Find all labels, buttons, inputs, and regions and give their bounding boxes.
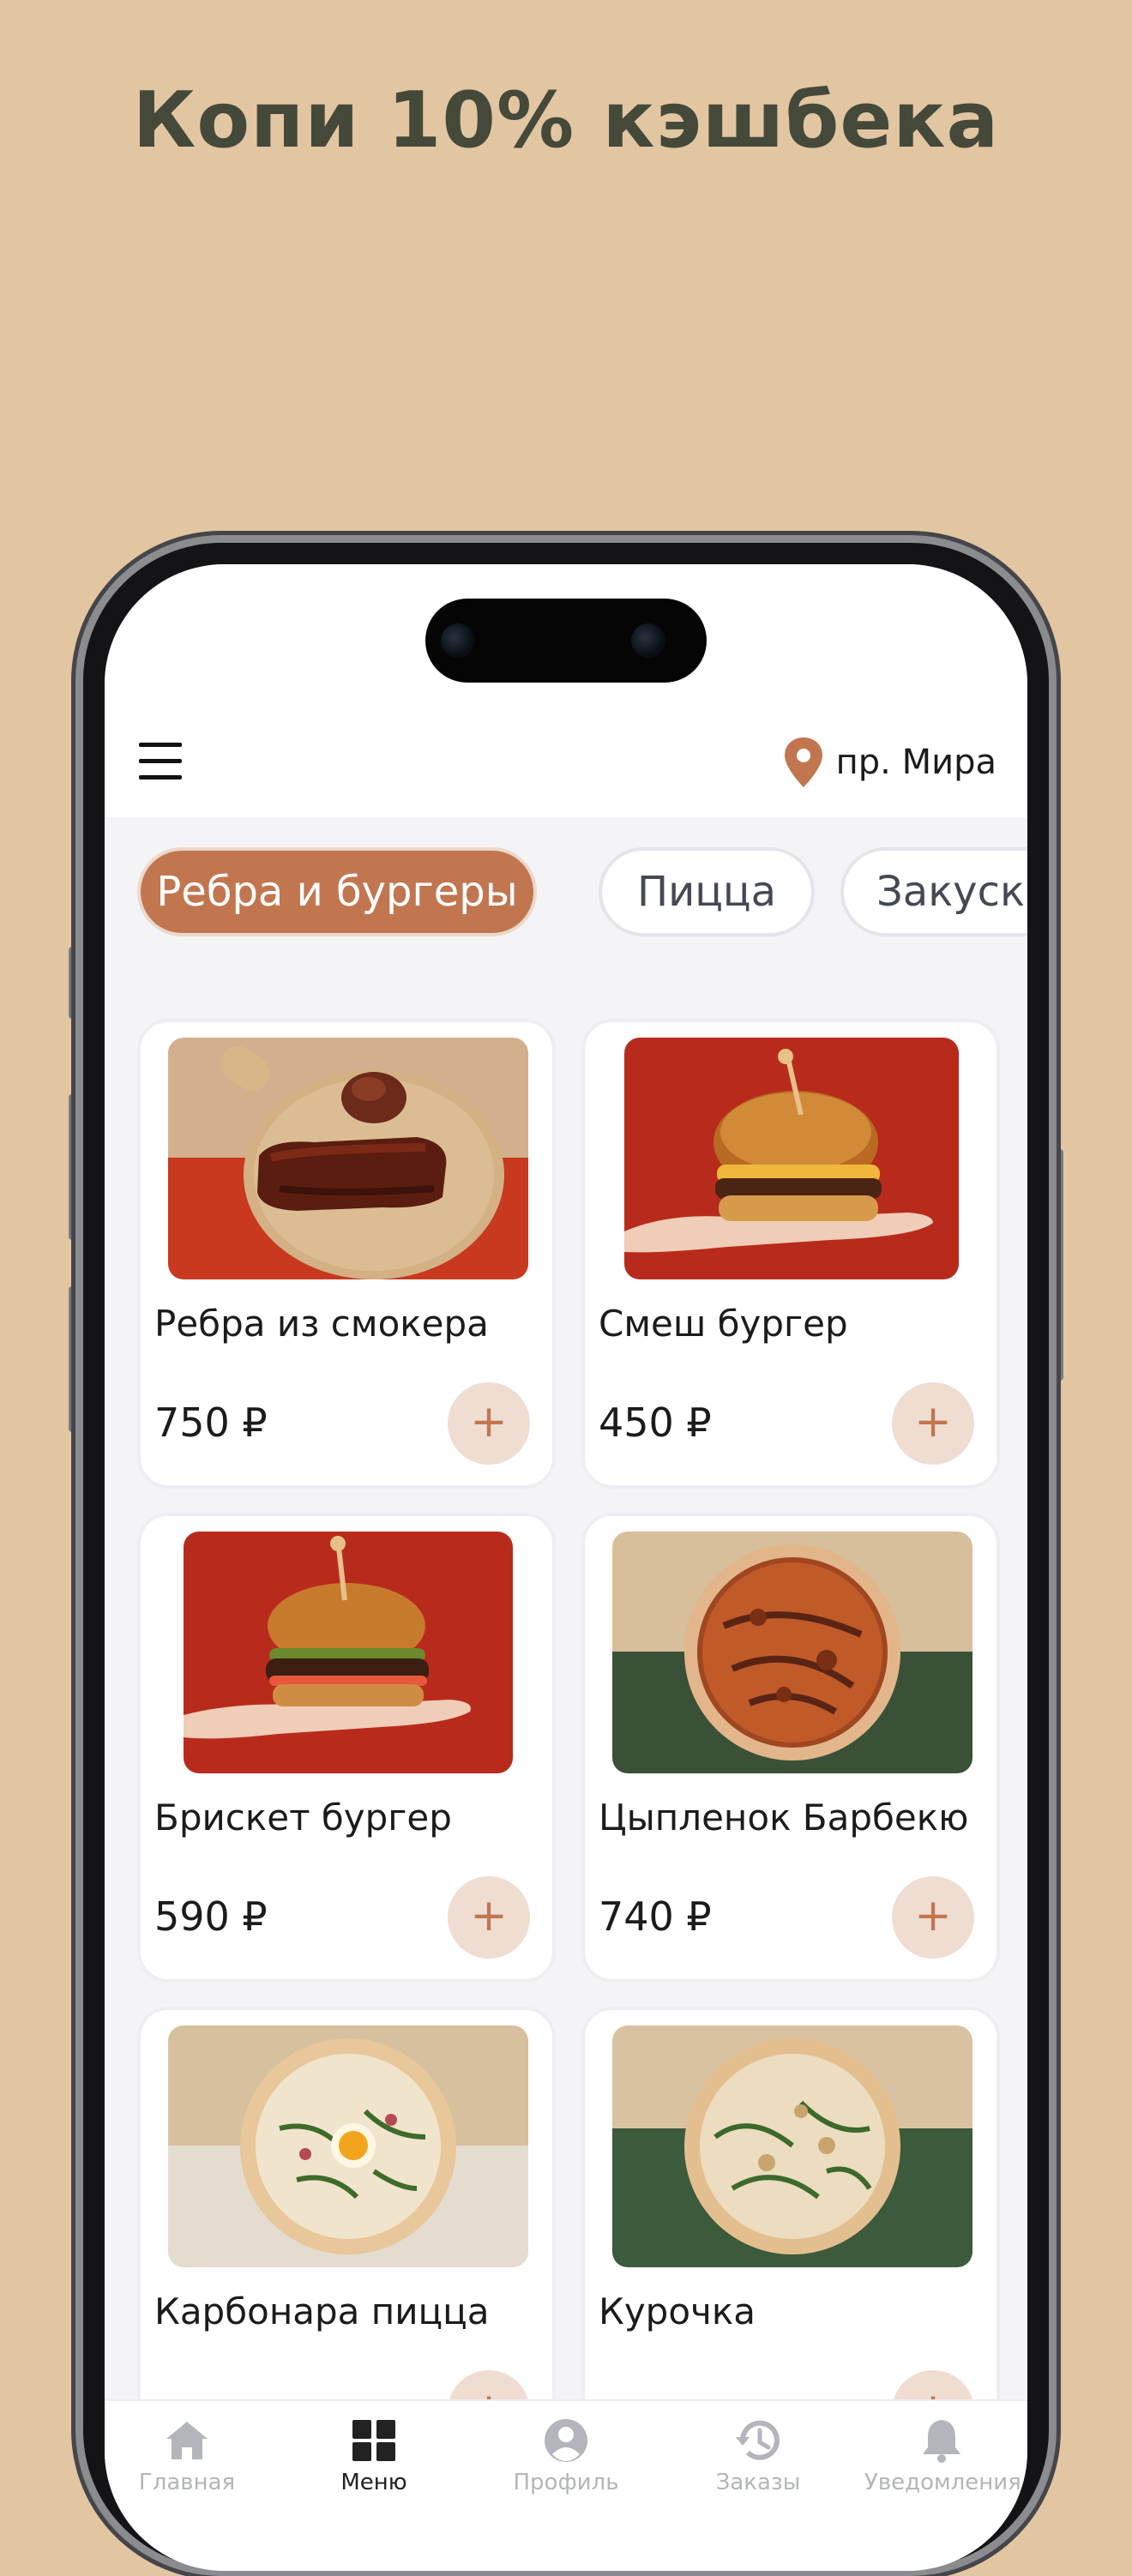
product-card-smash-burger[interactable]: Смеш бургер 450 ₽ +	[581, 1019, 1000, 1489]
app-screen: пр. Мира Ребра и бургеры Пицца Закуски	[105, 564, 1027, 2571]
smoked-ribs-photo	[168, 1038, 528, 1279]
product-name: Брискет бургер	[154, 1797, 452, 1839]
tab-profile[interactable]: Профиль	[489, 2418, 643, 2495]
tab-label: Заказы	[715, 2470, 801, 2495]
category-chip-pizza[interactable]: Пицца	[599, 847, 815, 936]
category-chip-label: Ребра и бургеры	[156, 868, 518, 916]
product-price: 750 ₽	[154, 1399, 268, 1446]
grid-icon	[352, 2420, 395, 2461]
product-name: Курочка	[599, 2290, 756, 2332]
bell-icon	[923, 2420, 960, 2463]
tab-label: Главная	[138, 2470, 236, 2495]
product-price: 740 ₽	[599, 1893, 712, 1940]
location-selector[interactable]: пр. Мира	[783, 732, 997, 792]
hamburger-icon[interactable]	[139, 743, 184, 780]
category-chip-ribs-burgers[interactable]: Ребра и бургеры	[137, 847, 537, 936]
home-icon	[166, 2422, 208, 2459]
location-label: пр. Мира	[835, 743, 997, 782]
add-to-cart-button[interactable]: +	[448, 1876, 530, 1959]
tab-label: Меню	[340, 2470, 407, 2495]
product-price: 590 ₽	[154, 1893, 268, 1940]
carbonara-pizza-photo	[168, 2025, 528, 2267]
chicken-pizza-photo	[612, 2025, 972, 2267]
add-to-cart-button[interactable]: +	[892, 1876, 974, 1959]
product-name: Ребра из смокера	[154, 1303, 489, 1345]
category-chip-label: Закуски	[876, 868, 1027, 916]
add-to-cart-button[interactable]: +	[892, 1382, 974, 1465]
product-name: Карбонара пицца	[154, 2290, 490, 2332]
map-pin-icon	[784, 737, 822, 787]
product-card-ribs[interactable]: Ребра из смокера 750 ₽ +	[137, 1019, 556, 1489]
tab-label: Профиль	[513, 2470, 619, 2495]
product-card-bbq-chicken[interactable]: Цыпленок Барбекю 740 ₽ +	[581, 1513, 1000, 1983]
product-name: Смеш бургер	[599, 1303, 848, 1345]
product-card-brisket-burger[interactable]: Брискет бургер 590 ₽ +	[137, 1513, 556, 1983]
tab-menu[interactable]: Меню	[297, 2418, 451, 2495]
history-icon	[736, 2420, 780, 2460]
promo-headline: Копи 10% кэшбека	[132, 75, 1000, 166]
brisket-burger-photo	[184, 1532, 513, 1773]
smash-burger-photo	[624, 1038, 959, 1279]
add-to-cart-button[interactable]: +	[448, 1382, 530, 1465]
tab-label: Уведомления	[864, 2470, 1021, 2495]
category-chip-label: Пицца	[636, 868, 777, 916]
user-icon	[545, 2419, 587, 2462]
product-price: 450 ₽	[599, 1399, 712, 1446]
product-name: Цыпленок Барбекю	[599, 1797, 969, 1839]
tab-orders[interactable]: Заказы	[681, 2418, 835, 2495]
bbq-chicken-pizza-photo	[612, 1532, 972, 1773]
bottom-tab-bar: Главная Меню Профиль Заказы Уведомления	[105, 2399, 1027, 2571]
phone-frame: пр. Мира Ребра и бургеры Пицца Закуски	[75, 535, 1057, 2576]
category-chip-snacks[interactable]: Закуски	[840, 847, 1027, 936]
dynamic-island	[425, 599, 707, 683]
tab-notifications[interactable]: Уведомления	[864, 2418, 1021, 2495]
tab-home[interactable]: Главная	[110, 2418, 264, 2495]
